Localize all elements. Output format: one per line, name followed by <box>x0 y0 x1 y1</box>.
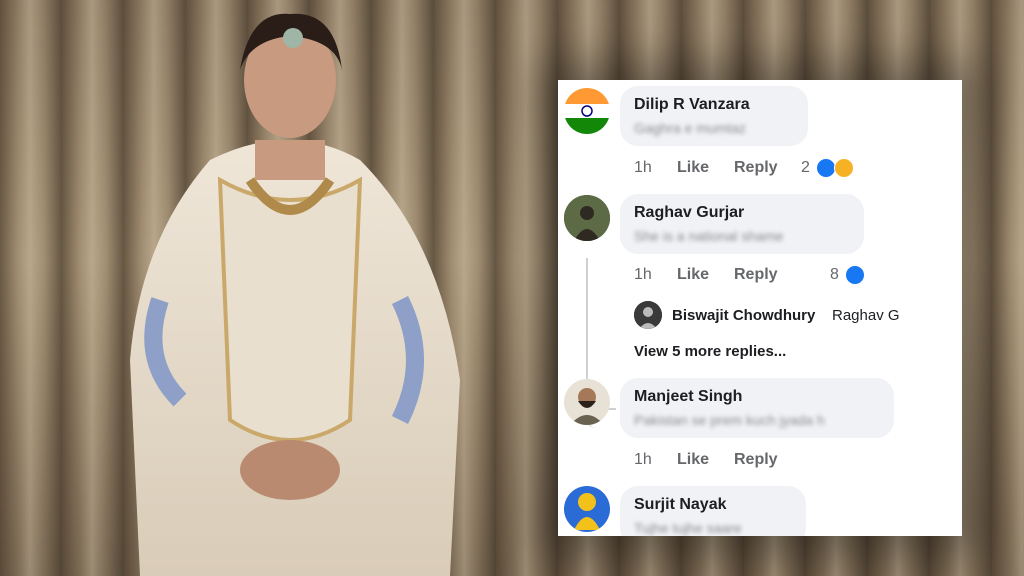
user-avatar[interactable] <box>564 486 610 532</box>
commenter-name[interactable]: Manjeet Singh <box>634 388 742 406</box>
comments-panel: Dilip R Vanzara Gaghra e mumtaz 1h Like … <box>558 80 962 536</box>
reply-button[interactable]: Reply <box>734 159 778 177</box>
reply-avatar[interactable] <box>634 301 662 329</box>
like-icon <box>816 158 836 178</box>
comment-text: Pakistan se prem kuch jyada h <box>634 412 825 428</box>
comment-bubble[interactable]: Manjeet Singh Pakistan se prem kuch jyad… <box>620 378 894 438</box>
comment-time[interactable]: 1h <box>634 159 652 177</box>
like-icon <box>845 265 865 285</box>
reply-snippet: Raghav G <box>832 307 900 324</box>
like-button[interactable]: Like <box>677 266 709 284</box>
woman-photo <box>130 13 460 576</box>
comment-bubble[interactable]: Raghav Gurjar She is a national shame <box>620 194 864 254</box>
reaction-count[interactable]: 2 <box>801 159 810 177</box>
reply-button[interactable]: Reply <box>734 266 778 284</box>
reaction-count[interactable]: 8 <box>830 266 839 284</box>
comment-time[interactable]: 1h <box>634 266 652 284</box>
reply-button[interactable]: Reply <box>734 451 778 469</box>
like-button[interactable]: Like <box>677 159 709 177</box>
comment-text: Gaghra e mumtaz <box>634 120 747 136</box>
comment-bubble[interactable]: Dilip R Vanzara Gaghra e mumtaz <box>620 86 808 146</box>
comment-text: Tujhe tujhe saare <box>634 520 742 536</box>
comment-bubble[interactable]: Surjit Nayak Tujhe tujhe saare <box>620 486 806 536</box>
reply-author-name[interactable]: Biswajit Chowdhury <box>672 307 815 324</box>
haha-icon <box>834 158 854 178</box>
commenter-name[interactable]: Raghav Gurjar <box>634 204 744 222</box>
comment-time[interactable]: 1h <box>634 451 652 469</box>
user-avatar[interactable] <box>564 195 610 241</box>
commenter-name[interactable]: Surjit Nayak <box>634 496 726 514</box>
comment-text: She is a national shame <box>634 228 784 244</box>
user-avatar[interactable] <box>564 379 610 425</box>
india-flag-avatar[interactable] <box>564 88 610 134</box>
commenter-name[interactable]: Dilip R Vanzara <box>634 96 750 114</box>
like-button[interactable]: Like <box>677 451 709 469</box>
view-more-replies-link[interactable]: View 5 more replies... <box>634 343 786 360</box>
